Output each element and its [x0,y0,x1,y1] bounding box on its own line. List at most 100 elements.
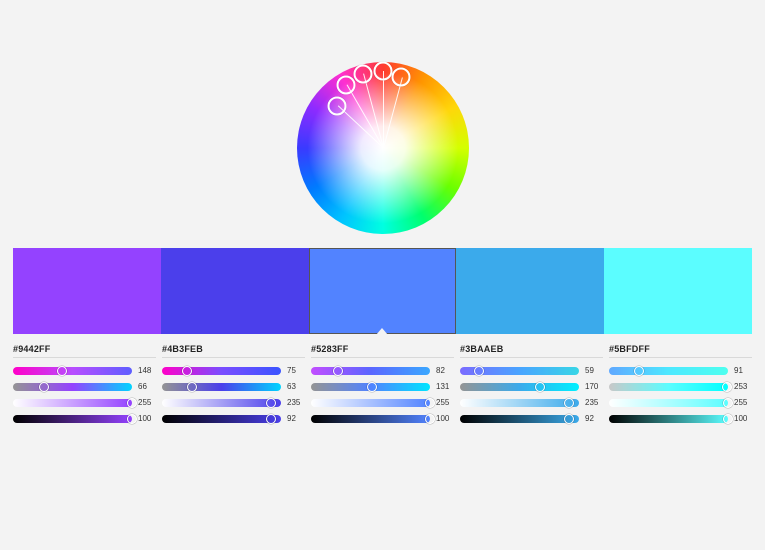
swatch-details-column: #9442FF 148 66 255 100 [13,344,162,430]
slider-value: 235 [585,398,603,407]
slider-track[interactable] [162,399,281,407]
hex-value[interactable]: #9442FF [13,344,156,358]
slider-value: 92 [585,414,603,423]
slider-track[interactable] [460,415,579,423]
slider-value: 131 [436,382,454,391]
slider-value: 170 [585,382,603,391]
slider-row: 66 [13,382,156,391]
slider-row: 170 [460,382,603,391]
slider-knob[interactable] [564,414,574,424]
slider-track[interactable] [311,415,430,423]
slider-knob[interactable] [425,414,435,424]
swatch-details-column: #5283FF82131255100 [311,344,460,430]
slider-track[interactable] [460,399,579,407]
swatch-details-column: #5BFDFF 91 253 255 100 [609,344,752,430]
wheel-spoke [383,71,384,148]
slider-track[interactable] [13,367,132,375]
swatch-row [0,248,765,334]
slider-value: 255 [436,398,454,407]
slider-value: 100 [138,414,156,423]
slider-knob[interactable] [127,398,137,408]
slider-track[interactable] [609,383,728,391]
slider-value: 66 [138,382,156,391]
slider-value: 92 [287,414,305,423]
color-wheel-area [0,0,765,248]
slider-value: 100 [734,414,752,423]
slider-value: 235 [287,398,305,407]
slider-knob[interactable] [474,366,484,376]
hex-value[interactable]: #5283FF [311,344,454,358]
slider-knob[interactable] [535,382,545,392]
slider-knob[interactable] [425,398,435,408]
slider-value: 63 [287,382,305,391]
slider-track[interactable] [162,383,281,391]
selected-pointer-icon [376,328,388,335]
color-swatch[interactable] [456,248,604,334]
slider-knob[interactable] [723,414,733,424]
slider-track[interactable] [311,367,430,375]
slider-track[interactable] [609,399,728,407]
slider-row: 92 [162,414,305,423]
details-row: #9442FF 148 66 255 100 #4B3FEB 75 63 235 92 #5283F… [0,344,765,430]
slider-row: 255 [311,398,454,407]
slider-track[interactable] [13,415,132,423]
slider-knob[interactable] [723,398,733,408]
slider-row: 59 [460,366,603,375]
slider-value: 75 [287,366,305,375]
slider-track[interactable] [311,383,430,391]
slider-knob[interactable] [266,414,276,424]
slider-track[interactable] [460,367,579,375]
slider-track[interactable] [13,399,132,407]
slider-value: 59 [585,366,603,375]
slider-knob[interactable] [57,366,67,376]
slider-row: 253 [609,382,752,391]
slider-knob[interactable] [266,398,276,408]
color-wheel[interactable] [297,62,469,234]
color-swatch[interactable] [13,248,161,334]
color-swatch[interactable] [309,248,457,334]
color-swatch[interactable] [604,248,752,334]
hex-value[interactable]: #4B3FEB [162,344,305,358]
wheel-handle[interactable] [392,68,411,87]
slider-value: 148 [138,366,156,375]
slider-value: 255 [734,398,752,407]
slider-value: 255 [138,398,156,407]
wheel-handle[interactable] [337,75,356,94]
slider-row: 235 [460,398,603,407]
slider-row: 255 [609,398,752,407]
swatch-details-column: #4B3FEB 75 63 235 92 [162,344,311,430]
wheel-handle[interactable] [328,96,347,115]
color-swatch[interactable] [161,248,309,334]
slider-knob[interactable] [564,398,574,408]
slider-value: 253 [734,382,752,391]
slider-row: 91 [609,366,752,375]
wheel-handle[interactable] [353,64,372,83]
hex-value[interactable]: #5BFDFF [609,344,752,358]
slider-knob[interactable] [367,382,377,392]
slider-track[interactable] [311,399,430,407]
wheel-handle[interactable] [373,62,392,81]
slider-track[interactable] [162,415,281,423]
slider-value: 82 [436,366,454,375]
slider-track[interactable] [609,367,728,375]
slider-track[interactable] [460,383,579,391]
slider-knob[interactable] [333,366,343,376]
hex-value[interactable]: #3BAAEB [460,344,603,358]
slider-row: 100 [609,414,752,423]
slider-track[interactable] [13,383,132,391]
slider-row: 100 [13,414,156,423]
slider-row: 255 [13,398,156,407]
slider-track[interactable] [609,415,728,423]
slider-knob[interactable] [182,366,192,376]
swatch-details-column: #3BAAEB 59 170 235 92 [460,344,609,430]
slider-row: 63 [162,382,305,391]
slider-track[interactable] [162,367,281,375]
slider-row: 75 [162,366,305,375]
slider-knob[interactable] [187,382,197,392]
slider-knob[interactable] [634,366,644,376]
slider-knob[interactable] [722,382,732,392]
slider-row: 82 [311,366,454,375]
slider-knob[interactable] [127,414,137,424]
slider-knob[interactable] [39,382,49,392]
slider-row: 235 [162,398,305,407]
